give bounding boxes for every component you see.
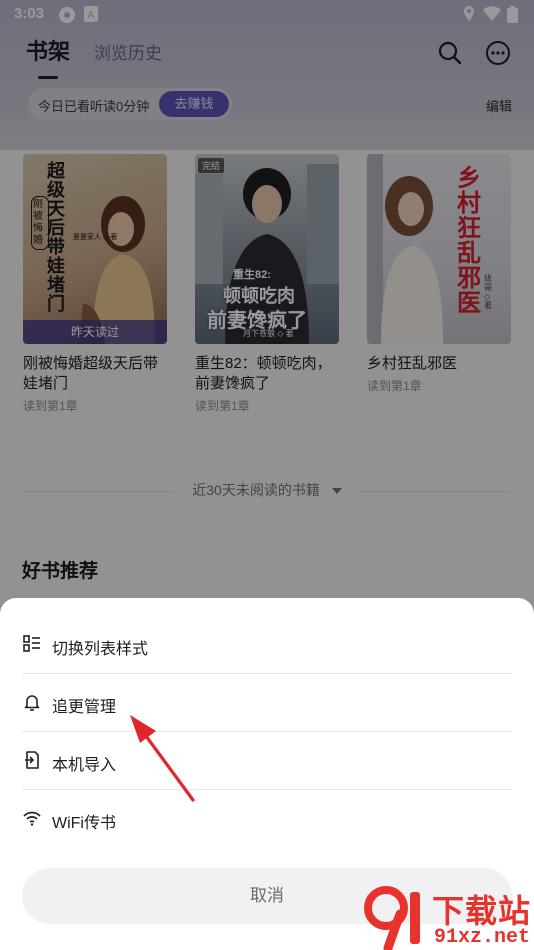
watermark: 下载站 91xz.net <box>362 884 534 950</box>
bookshelf-page: 3:03 A 书架 浏览历史 今日已看听读0分钟 去赚钱 编辑 超级天后带娃堵门… <box>0 0 534 950</box>
watermark-url: 91xz.net <box>434 926 531 949</box>
annotation-arrow <box>130 715 195 802</box>
watermark-logo <box>364 886 420 950</box>
